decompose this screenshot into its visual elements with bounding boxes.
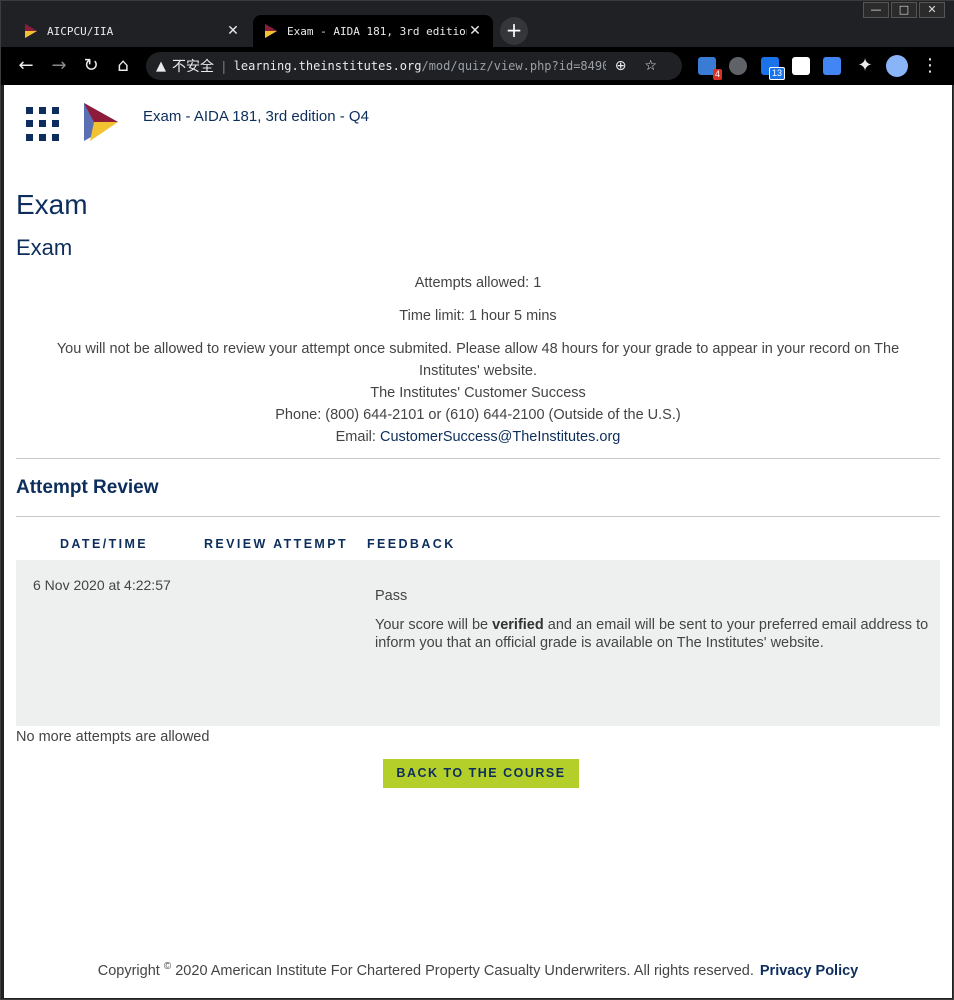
url-path: /mod/quiz/view.php?id=84906: [421, 59, 606, 73]
reload-button[interactable]: ↻: [80, 55, 102, 77]
close-tab-icon[interactable]: ✕: [225, 23, 241, 39]
browser-menu-icon[interactable]: ⋮: [919, 55, 941, 77]
attempt-review-heading: Attempt Review: [16, 477, 159, 498]
extension-5-icon[interactable]: [823, 57, 841, 75]
footer: Copyright © 2020 American Institute For …: [4, 961, 952, 979]
tab-exam[interactable]: Exam - AIDA 181, 3rd edition ✕: [253, 15, 493, 47]
time-limit: Time limit: 1 hour 5 mins: [399, 308, 557, 324]
address-bar[interactable]: ▲ 不安全 | learning.theinstitutes.org/mod/q…: [146, 52, 682, 80]
browser-toolbar: ← → ↻ ⌂ ▲ 不安全 | learning.theinstitutes.o…: [1, 47, 954, 85]
table-row: 6 Nov 2020 at 4:22:57 Pass Your score wi…: [16, 560, 940, 726]
attempt-feedback: Your score will be verified and an email…: [375, 616, 935, 652]
web-page: Exam - AIDA 181, 3rd edition - Q4 Exam E…: [4, 85, 952, 998]
divider: [16, 516, 940, 517]
security-label[interactable]: 不安全: [172, 56, 214, 76]
column-header-feedback: FEEDBACK: [367, 537, 456, 551]
zoom-icon[interactable]: ⊕: [606, 58, 636, 74]
back-to-course-button[interactable]: BACK TO THE COURSE: [383, 759, 579, 788]
attempt-date: 6 Nov 2020 at 4:22:57: [33, 577, 171, 593]
attempt-status: Pass: [375, 588, 408, 604]
home-button[interactable]: ⌂: [112, 55, 134, 77]
course-title[interactable]: Exam - AIDA 181, 3rd edition - Q4: [143, 108, 369, 125]
quiz-title: Exam: [16, 235, 73, 260]
institutes-logo[interactable]: [82, 102, 118, 142]
feedback-bold: verified: [492, 617, 544, 633]
tab-title: AICPCU/IIA: [47, 24, 114, 38]
institutes-favicon-icon: [25, 24, 37, 38]
tab-strip: — □ ✕ AICPCU/IIA ✕ Exam - AIDA 181, 3rd …: [1, 1, 954, 47]
extension-2-icon[interactable]: [729, 57, 747, 75]
tab-title: Exam - AIDA 181, 3rd edition: [287, 24, 467, 38]
minimize-button[interactable]: —: [863, 2, 889, 18]
contact-name: The Institutes' Customer Success: [370, 385, 586, 401]
column-header-review-attempt: REVIEW ATTEMPT: [204, 537, 349, 551]
privacy-policy-link[interactable]: Privacy Policy: [760, 963, 858, 979]
apps-grid-icon[interactable]: [26, 107, 60, 141]
forward-button[interactable]: →: [48, 55, 70, 77]
page-title: Exam: [16, 189, 88, 220]
footer-text: 2020 American Institute For Chartered Pr…: [171, 962, 754, 979]
contact-email-line: Email: CustomerSuccess@TheInstitutes.org: [16, 426, 940, 448]
back-button[interactable]: ←: [15, 55, 37, 77]
no-more-attempts: No more attempts are allowed: [16, 729, 210, 745]
extension-3-icon[interactable]: 13: [761, 57, 785, 80]
maximize-button[interactable]: □: [891, 2, 917, 18]
window-controls: — □ ✕: [863, 2, 945, 20]
url-text[interactable]: learning.theinstitutes.org/mod/quiz/view…: [234, 59, 606, 73]
browser-window: — □ ✕ AICPCU/IIA ✕ Exam - AIDA 181, 3rd …: [0, 0, 954, 1000]
url-host: learning.theinstitutes.org: [233, 59, 422, 73]
close-window-button[interactable]: ✕: [919, 2, 945, 18]
quiz-notice-line2: Institutes' website.: [418, 363, 538, 379]
email-label: Email:: [335, 429, 380, 445]
column-header-datetime: DATE/TIME: [60, 537, 149, 551]
new-tab-button[interactable]: +: [500, 17, 528, 45]
email-link[interactable]: CustomerSuccess@TheInstitutes.org: [380, 429, 620, 445]
bookmark-star-icon[interactable]: ☆: [636, 58, 666, 74]
profile-avatar[interactable]: [886, 55, 908, 77]
extension-4-icon[interactable]: [792, 57, 810, 75]
institutes-favicon-icon: [265, 24, 277, 38]
warning-icon[interactable]: ▲: [156, 59, 166, 74]
quiz-notice-line1: You will not be allowed to review your a…: [56, 341, 900, 357]
contact-phone: Phone: (800) 644-2101 or (610) 644-2100 …: [275, 407, 681, 423]
footer-prefix: Copyright: [97, 962, 164, 979]
feedback-text: Your score will be: [375, 617, 493, 633]
close-tab-icon[interactable]: ✕: [467, 23, 483, 39]
extension-badge: 13: [768, 67, 785, 80]
extension-1-icon[interactable]: 4: [698, 57, 722, 80]
tab-aicpcu[interactable]: AICPCU/IIA ✕: [13, 15, 251, 47]
attempts-allowed: Attempts allowed: 1: [414, 275, 542, 291]
extensions-puzzle-icon[interactable]: ✦: [854, 55, 876, 77]
extension-badge: 4: [712, 69, 722, 80]
omnibox-separator: |: [222, 58, 226, 74]
divider: [16, 458, 940, 459]
